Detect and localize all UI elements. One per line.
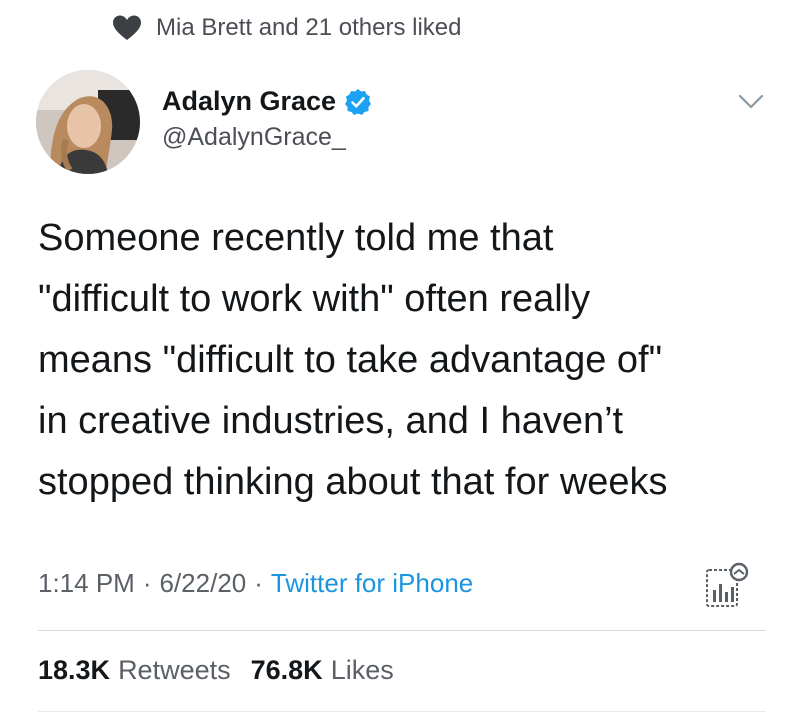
tweet-text: Someone recently told me that "difficult… xyxy=(38,217,668,503)
divider xyxy=(38,630,766,631)
tweet-time[interactable]: 1:14 PM xyxy=(38,568,135,599)
chevron-down-icon[interactable] xyxy=(734,92,768,112)
analytics-icon[interactable] xyxy=(704,562,750,610)
retweets-label[interactable]: Retweets xyxy=(118,655,231,686)
tweet-stats: 18.3K Retweets 76.8K Likes xyxy=(38,655,414,686)
author-name[interactable]: Adalyn Grace xyxy=(162,86,336,117)
likes-label[interactable]: Likes xyxy=(331,655,394,686)
author-block[interactable]: Adalyn Grace @AdalynGrace_ xyxy=(162,86,372,152)
social-context-text: Mia Brett and 21 others liked xyxy=(156,14,462,41)
tweet-meta: 1:14 PM · 6/22/20 · Twitter for iPhone xyxy=(38,568,473,599)
divider xyxy=(38,711,766,712)
avatar[interactable] xyxy=(36,70,140,174)
likes-count[interactable]: 76.8K xyxy=(251,655,323,686)
retweets-count[interactable]: 18.3K xyxy=(38,655,110,686)
meta-separator: · xyxy=(254,568,263,598)
verified-icon xyxy=(344,88,372,116)
social-context[interactable]: Mia Brett and 21 others liked xyxy=(112,14,462,42)
meta-separator: · xyxy=(142,568,152,598)
author-handle[interactable]: @AdalynGrace_ xyxy=(162,123,372,152)
tweet-source-link[interactable]: Twitter for iPhone xyxy=(271,568,473,599)
tweet-date[interactable]: 6/22/20 xyxy=(160,568,247,599)
heart-icon xyxy=(112,14,142,42)
